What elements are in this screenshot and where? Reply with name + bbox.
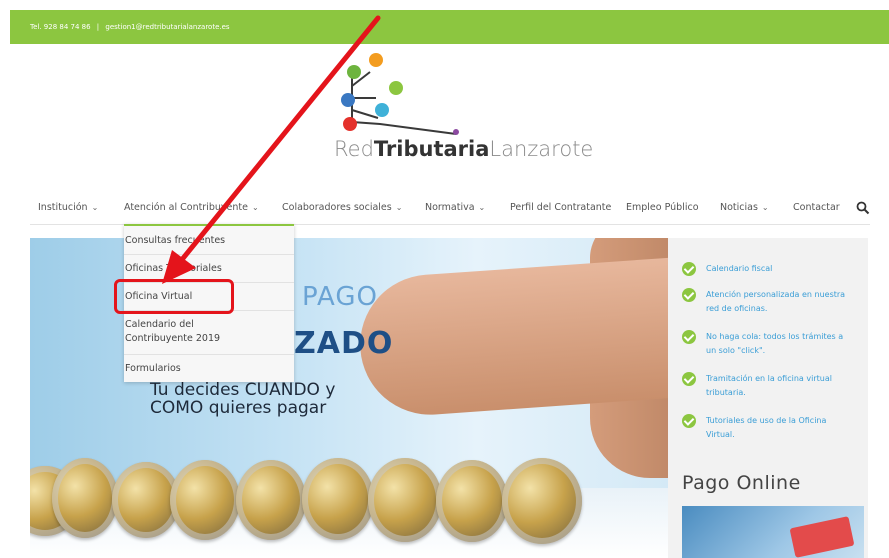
divider <box>124 354 294 355</box>
coin-image <box>170 460 240 540</box>
hero-zado-text: ZADO <box>294 326 394 361</box>
logo-wordmark[interactable]: RedTributariaLanzarote <box>334 137 593 161</box>
sidebar-item-line1: Calendario fiscal <box>706 264 773 273</box>
sidebar-item-line1: No haga cola: todos los trámites a <box>706 332 844 341</box>
dropdown-item-calendario-line2: Contribuyente 2019 <box>125 333 221 344</box>
chevron-down-icon: ⌄ <box>761 203 769 212</box>
coin-image <box>436 460 508 542</box>
sidebar-item-line1: Atención personalizada en nuestra <box>706 290 846 299</box>
sidebar-item-text: No haga cola: todos los trámites a un so… <box>706 330 866 358</box>
sidebar-item-text: Tutoriales de uso de la Oficina Virtual. <box>706 414 866 442</box>
check-circle-icon <box>682 262 696 276</box>
sidebar-item-text: Atención personalizada en nuestra red de… <box>706 288 866 316</box>
divider <box>124 254 294 255</box>
credit-card-image <box>789 516 855 558</box>
sidebar-item-text: Tramitación en la oficina virtual tribut… <box>706 372 866 400</box>
coin-image <box>368 458 442 542</box>
nav-label: Institución <box>38 202 88 213</box>
dropdown-item-calendario[interactable]: Calendario del Contribuyente 2019 <box>124 318 294 346</box>
coin-image <box>502 458 582 544</box>
check-circle-icon <box>682 330 696 344</box>
separator: | <box>96 23 100 31</box>
hero-tagline-line2: COMO quieres pagar <box>150 398 327 418</box>
nav-label: Empleo Público <box>626 202 699 213</box>
annotation-highlight-box <box>114 279 234 314</box>
nav-item-atencion[interactable]: Atención al Contribuyente ⌄ <box>124 202 259 213</box>
nav-label: Normativa <box>425 202 475 213</box>
check-circle-icon <box>682 372 696 386</box>
sidebar-item-line2: red de oficinas. <box>706 304 768 313</box>
nav-label: Atención al Contribuyente <box>124 202 248 213</box>
sidebar-item-line2: tributaria. <box>706 388 746 397</box>
nav-item-contactar[interactable]: Contactar <box>793 202 840 213</box>
nav-item-empleo[interactable]: Empleo Público <box>626 202 699 213</box>
dropdown-item-calendario-line1: Calendario del <box>125 319 194 330</box>
chevron-down-icon: ⌄ <box>478 203 486 212</box>
chevron-down-icon: ⌄ <box>395 203 403 212</box>
logo-red: Red <box>334 137 374 161</box>
sidebar-item-line2: un solo "click". <box>706 346 766 355</box>
nav-item-normativa[interactable]: Normativa ⌄ <box>425 202 485 213</box>
sidebar-item-text: Calendario fiscal <box>706 262 866 276</box>
chevron-down-icon: ⌄ <box>91 203 99 212</box>
coin-image <box>52 458 118 538</box>
search-icon[interactable] <box>856 201 870 215</box>
phone-text: Tel. 928 84 74 86 <box>30 23 91 31</box>
chevron-down-icon: ⌄ <box>251 203 259 212</box>
nav-item-colaboradores[interactable]: Colaboradores sociales ⌄ <box>282 202 402 213</box>
coin-image <box>302 458 374 540</box>
dropdown-item-formularios[interactable]: Formularios <box>124 362 294 376</box>
nav-item-institucion[interactable]: Institución ⌄ <box>38 202 98 213</box>
check-circle-icon <box>682 414 696 428</box>
main-navigation: Institución ⌄ Atención al Contribuyente ⌄ … <box>0 195 889 221</box>
pago-online-heading: Pago Online <box>682 472 801 494</box>
check-circle-icon <box>682 288 696 302</box>
dropdown-item-consultas[interactable]: Consultas frecuentes <box>124 234 294 248</box>
pago-online-image[interactable] <box>682 506 864 558</box>
nav-label: Noticias <box>720 202 758 213</box>
coin-image <box>236 460 306 540</box>
finger-image <box>355 256 668 420</box>
logo-lanzarote: Lanzarote <box>489 137 594 161</box>
hero-tagline-line1: Tu decides CUANDO y <box>150 380 336 400</box>
nav-item-perfil[interactable]: Perfil del Contratante <box>510 202 611 213</box>
nav-item-noticias[interactable]: Noticias ⌄ <box>720 202 769 213</box>
nav-label: Perfil del Contratante <box>510 202 612 213</box>
hero-pago-text: PAGO <box>302 282 378 312</box>
sidebar-item-line2: Virtual. <box>706 430 735 439</box>
top-contact-bar: Tel. 928 84 74 86 | gestion1@redtributar… <box>10 10 889 44</box>
dropdown-item-oficinas-territoriales[interactable]: Oficinas Territoriales <box>124 262 294 276</box>
sidebar-item-line1: Tramitación en la oficina virtual <box>706 374 832 383</box>
sidebar-item-line1: Tutoriales de uso de la Oficina <box>706 416 827 425</box>
email-link[interactable]: gestion1@redtributarialanzarote.es <box>105 23 229 31</box>
logo-tributaria: Tributaria <box>373 137 490 161</box>
nav-label: Contactar <box>793 202 840 213</box>
nav-label: Colaboradores sociales <box>282 202 392 213</box>
